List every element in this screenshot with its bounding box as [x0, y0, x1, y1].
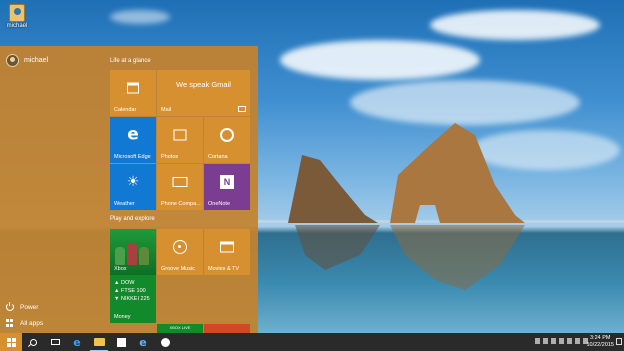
ticker-ftse: ▲ FTSE 100	[114, 288, 146, 294]
user-name: michael	[24, 57, 49, 64]
power-button[interactable]: Power	[6, 302, 39, 311]
system-tray[interactable]	[535, 338, 588, 344]
phone-companion-icon	[172, 177, 188, 188]
cortana-icon	[220, 128, 234, 143]
rock-arch	[288, 123, 525, 223]
edge-icon: e	[127, 124, 139, 145]
tile-groove-music[interactable]: Groove Music	[157, 229, 203, 275]
tile-onenote[interactable]: N OneNote	[204, 164, 250, 210]
power-icon	[6, 302, 14, 311]
tile-label: Cortana	[208, 154, 228, 160]
power-label: Power	[20, 303, 39, 311]
action-center-icon[interactable]	[616, 338, 622, 345]
task-view-icon	[50, 339, 60, 345]
network-icon[interactable]	[567, 338, 572, 344]
tile-label: Photos	[161, 154, 179, 160]
ticker-nikkei: ▼ NIKKEI 225	[114, 296, 150, 302]
photos-icon	[173, 129, 187, 141]
start-menu: michael Power All apps Life at a glance …	[0, 46, 258, 333]
mail-banner: We speak Gmail	[176, 80, 231, 89]
taskbar-store[interactable]	[110, 333, 132, 351]
tile-label: Mail	[161, 107, 172, 113]
tile-weather[interactable]: ☀ Weather	[110, 164, 156, 210]
all-apps-button[interactable]: All apps	[6, 319, 43, 327]
xbox-icon	[160, 337, 170, 347]
onenote-icon: N	[220, 175, 234, 190]
all-apps-label: All apps	[20, 319, 44, 327]
start-button[interactable]	[0, 333, 22, 351]
tile-edge[interactable]: e Microsoft Edge	[110, 117, 156, 163]
task-view-button[interactable]	[44, 333, 66, 351]
avatar-figure	[115, 247, 125, 265]
ticker-dow: ▲ DOW	[114, 280, 135, 286]
taskbar: e e 3:24 PM 10/22/2015	[0, 333, 624, 351]
search-icon	[29, 338, 37, 346]
windows-logo-icon	[6, 337, 16, 347]
mail-icon	[238, 106, 246, 112]
start-menu-left-column: michael Power All apps	[0, 46, 104, 333]
taskbar-xbox[interactable]	[154, 333, 176, 351]
tile-label: Phone Compa...	[161, 201, 201, 207]
tile-label: Money	[114, 314, 131, 320]
taskbar-ie[interactable]: e	[132, 333, 154, 351]
user-account-button[interactable]: michael	[6, 54, 48, 67]
user-folder-icon	[9, 4, 25, 22]
tile-movies-tv[interactable]: Movies & TV	[204, 229, 250, 275]
avatar-figure	[127, 243, 137, 265]
desktop-icon-label: michael	[6, 23, 28, 29]
tile-xbox-money[interactable]: Xbox ▲ DOW ▲ FTSE 100 ▼ NIKKEI 225 Money	[110, 229, 156, 323]
all-apps-icon	[6, 319, 14, 327]
money-ticker: ▲ DOW ▲ FTSE 100 ▼ NIKKEI 225	[114, 279, 150, 303]
xbox-live-label: XBOX LIVE	[169, 325, 191, 330]
clock[interactable]: 3:24 PM 10/22/2015	[586, 335, 614, 349]
tile-label: Groove Music	[161, 266, 195, 272]
tile-label: Movies & TV	[208, 266, 240, 272]
tile-label: Calendar	[114, 107, 137, 113]
desktop-user-folder-icon[interactable]: michael	[4, 4, 30, 29]
clapperboard-icon	[220, 241, 234, 253]
volume-icon[interactable]	[575, 338, 580, 344]
groove-music-icon	[173, 240, 187, 255]
group-title-play: Play and explore	[110, 216, 155, 222]
tray-icon[interactable]	[559, 338, 564, 344]
tile-partial[interactable]	[204, 324, 250, 333]
tile-phone-companion[interactable]: Phone Compa...	[157, 164, 203, 210]
internet-explorer-icon: e	[139, 335, 147, 349]
rock-reflection	[295, 225, 525, 290]
tile-label: Xbox	[114, 266, 127, 272]
tile-label: OneNote	[208, 201, 231, 207]
tile-cortana[interactable]: Cortana	[204, 117, 250, 163]
tile-xbox-live[interactable]: XBOX LIVE	[157, 324, 203, 333]
tile-label: Weather	[114, 201, 135, 207]
tile-calendar[interactable]: Calendar	[110, 70, 156, 116]
store-icon	[116, 337, 126, 347]
tile-photos[interactable]: Photos	[157, 117, 203, 163]
folder-icon	[93, 338, 105, 346]
avatar-figure	[139, 247, 149, 265]
edge-icon: e	[73, 335, 81, 349]
group-title-life: Life at a glance	[110, 58, 151, 64]
calendar-icon	[127, 82, 139, 94]
cloud	[430, 10, 600, 40]
tray-icon[interactable]	[543, 338, 548, 344]
taskbar-file-explorer[interactable]	[88, 333, 110, 351]
search-button[interactable]	[22, 333, 44, 351]
cloud	[110, 10, 170, 24]
avatar	[6, 54, 19, 67]
taskbar-edge[interactable]: e	[66, 333, 88, 351]
tile-label: Microsoft Edge	[114, 154, 151, 160]
cloud	[280, 40, 480, 80]
xbox-art: Xbox	[110, 229, 156, 275]
clock-date: 10/22/2015	[586, 342, 614, 348]
tray-icon[interactable]	[551, 338, 556, 344]
tray-icon[interactable]	[535, 338, 540, 344]
tile-mail[interactable]: We speak Gmail Mail	[157, 70, 250, 116]
clock-time: 3:24 PM	[589, 335, 611, 341]
sun-icon: ☀	[126, 174, 140, 191]
